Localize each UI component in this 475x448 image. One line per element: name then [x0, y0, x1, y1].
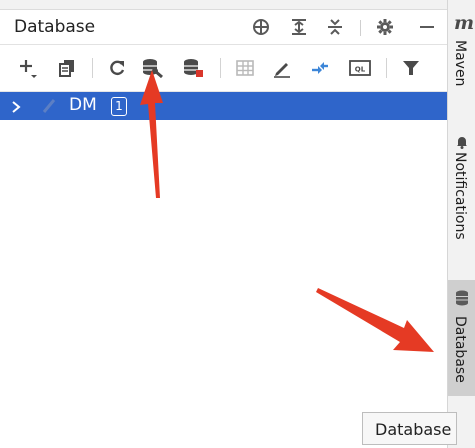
minimize-icon[interactable] [418, 18, 436, 36]
expand-all-icon[interactable] [290, 18, 308, 36]
database-icon [455, 290, 469, 310]
right-tool-strip: m Maven Notifications Database [447, 0, 475, 448]
tool-window-title: Database [14, 17, 96, 37]
expand-chevron-icon[interactable] [10, 99, 22, 113]
bell-icon [455, 134, 469, 153]
tab-notifications[interactable]: Notifications [448, 130, 475, 270]
tab-maven-label: Maven [452, 40, 468, 87]
jump-icon[interactable] [310, 58, 330, 78]
datasource-icon [42, 98, 56, 114]
window-top-edge [0, 0, 447, 10]
crosshair-icon[interactable] [252, 18, 270, 36]
gear-icon[interactable] [376, 18, 394, 36]
copy-icon[interactable] [57, 58, 77, 78]
filter-icon[interactable] [401, 58, 421, 78]
tab-database[interactable]: Database [448, 280, 475, 396]
toolbar-separator [386, 58, 387, 78]
header-separator [360, 20, 361, 36]
svg-text:QL: QL [355, 66, 366, 74]
table-icon[interactable] [235, 58, 255, 78]
tab-notifications-label: Notifications [452, 152, 468, 240]
tree-row-dm[interactable]: DM 1 [0, 92, 447, 120]
sql-console-icon[interactable]: QL [349, 58, 371, 78]
collapse-all-icon[interactable] [326, 18, 344, 36]
refresh-icon[interactable] [107, 58, 127, 78]
stop-db-icon[interactable] [183, 58, 203, 78]
database-tool-window: Database QL DM 1 [0, 0, 447, 448]
database-toolbar: QL [0, 45, 447, 92]
tab-database-label: Database [452, 316, 468, 383]
tool-window-header: Database [0, 10, 447, 45]
maven-logo-icon: m [454, 12, 475, 34]
add-icon[interactable] [18, 58, 38, 78]
db-properties-icon[interactable] [142, 58, 163, 79]
database-tooltip: Database [362, 412, 457, 445]
edit-icon[interactable] [272, 58, 292, 78]
toolbar-separator [92, 58, 93, 78]
toolbar-separator [220, 58, 221, 78]
tab-maven[interactable]: Maven [448, 38, 475, 110]
tree-item-label: DM [69, 95, 97, 115]
session-count-badge: 1 [111, 97, 127, 116]
